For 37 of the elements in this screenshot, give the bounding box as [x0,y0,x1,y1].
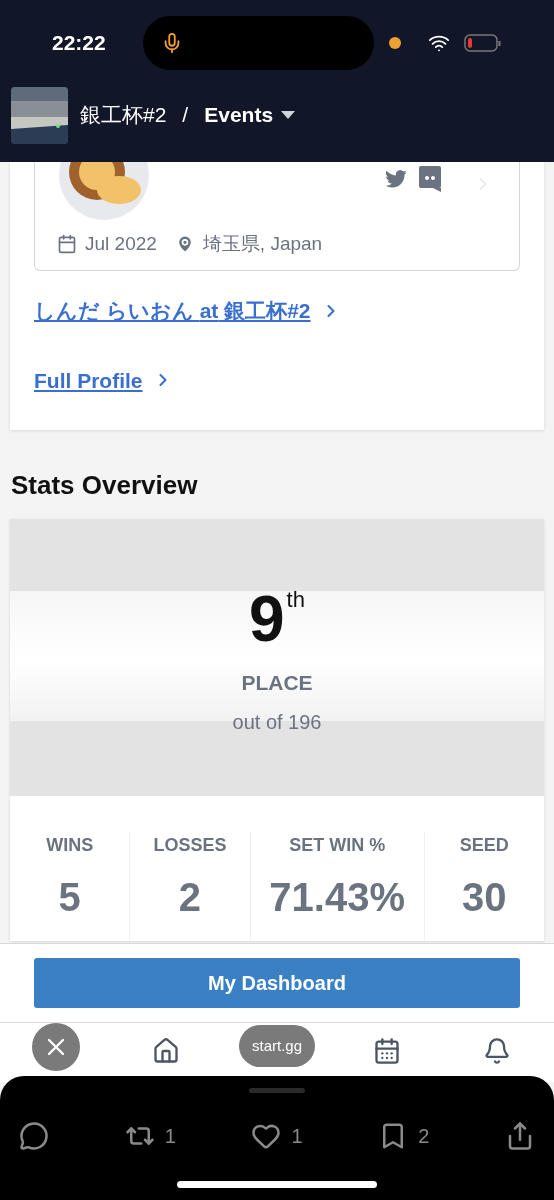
placement-suffix: th [286,586,305,614]
action-count: 2 [418,1124,430,1149]
location: 埼玉県, Japan [202,232,323,256]
stat-value: 2 [178,874,202,921]
action-count: 1 [164,1124,176,1149]
home-icon[interactable] [152,1037,180,1065]
joined-date: Jul 2022 [85,232,157,256]
section-title: Stats Overview [10,469,199,502]
player-card[interactable]: Jul 2022 埼玉県, Japan [34,162,520,271]
calendar-icon[interactable] [373,1037,401,1065]
bell-icon[interactable] [483,1037,511,1065]
stat-label: SEED [459,834,509,857]
stat-value: 71.43% [269,874,405,921]
drag-handle[interactable] [249,1088,305,1093]
events-dropdown[interactable]: Events [204,99,296,131]
calendar-icon [57,234,77,255]
discord-icon [419,166,441,192]
stat-label: WINS [46,834,94,857]
dashboard-button[interactable]: My Dashboard [34,958,520,1008]
breadcrumb-separator: / [181,102,190,129]
stat-label: SET WIN % [289,834,386,857]
place-label: PLACE [241,670,313,696]
twitter-icon [385,170,407,188]
placement-number: 9 [249,587,285,651]
caret-icon [281,111,296,119]
url-pill[interactable]: start.gg [239,1025,315,1067]
profile-link[interactable]: Full Profile [34,364,520,396]
close-button[interactable] [32,1023,80,1071]
stat-label: LOSSES [153,834,227,857]
reply-icon[interactable] [19,1121,49,1151]
stat-value: 5 [58,874,81,921]
stat-value: 30 [462,874,507,921]
battery-icon [464,32,502,53]
entrants-count: out of 196 [232,709,322,735]
action-count: 1 [291,1124,303,1149]
event-title[interactable]: 銀工杯#2 [80,99,167,131]
status-time: 22:22 [52,29,107,56]
